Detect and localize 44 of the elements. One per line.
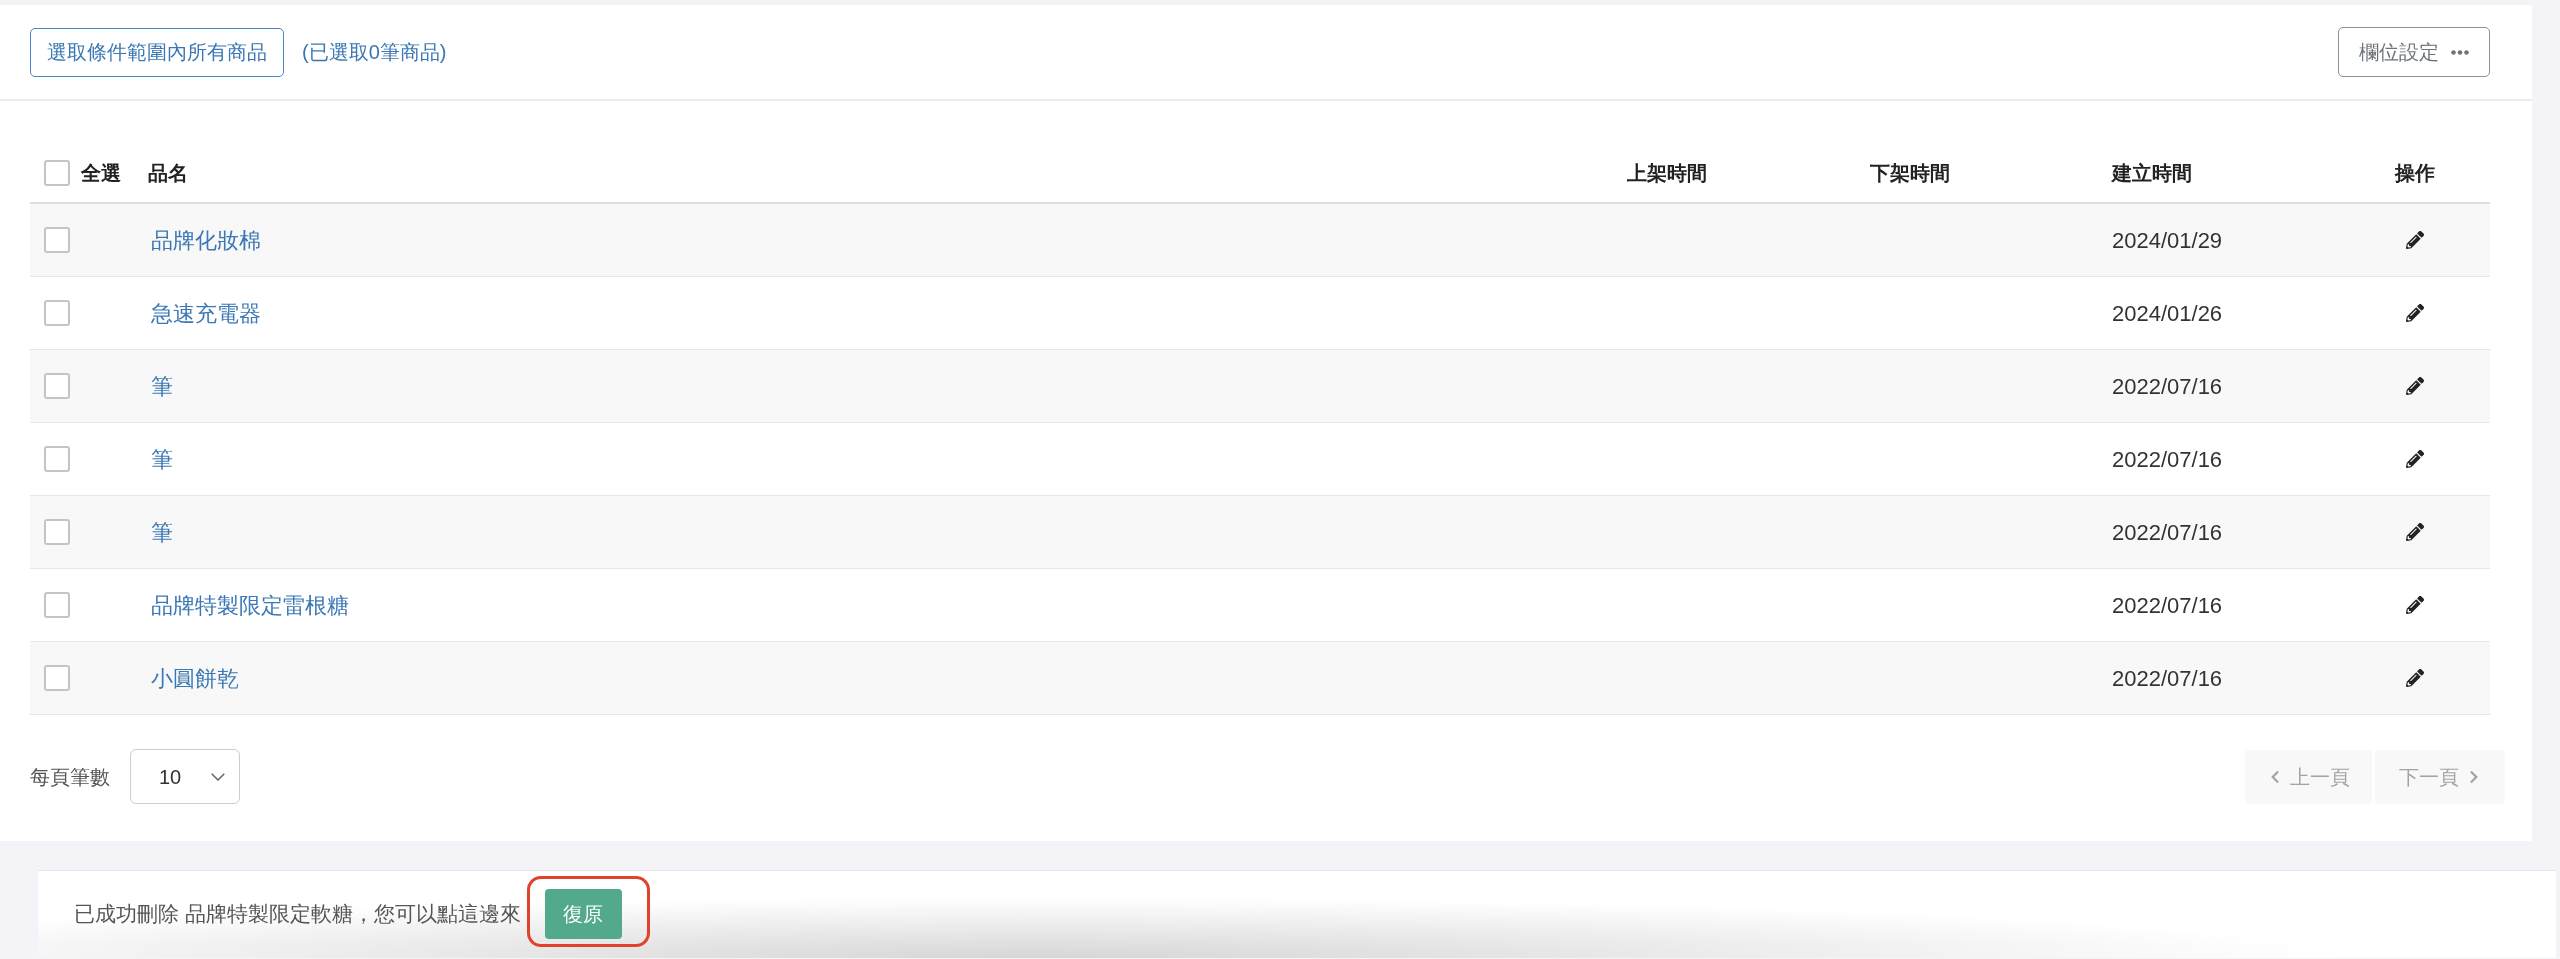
column-header: 下架時間 [1870,161,1950,186]
created-date-cell-text: 2024/01/26 [2112,299,2223,328]
product-name-link[interactable]: 品牌特製限定雷根糖 [151,588,349,622]
chevron-down-icon [211,772,225,781]
select-all-label: 全選 [81,161,121,186]
column-header: 建立時間 [2112,161,2192,186]
created-date-cell-text: 2022/07/16 [2112,664,2223,693]
checkbox[interactable] [44,300,70,326]
more-dots-icon [2451,49,2469,55]
checkbox[interactable] [44,160,70,186]
column-header: 上架時間 [1627,161,1707,186]
select-all-in-range-button[interactable]: 選取條件範圍內所有商品 [30,27,284,77]
pencil-icon[interactable] [2406,596,2424,614]
column-header: 品名 [148,161,188,186]
pencil-icon[interactable] [2406,450,2424,468]
pencil-icon[interactable] [2406,304,2424,322]
created-date-cell-text: 2022/07/16 [2112,518,2223,547]
created-date-cell-text: 2022/07/16 [2112,445,2223,474]
created-date-cell-text: 2022/07/16 [2112,591,2223,620]
checkbox[interactable] [44,373,70,399]
restore-button[interactable]: 復原 [544,889,622,939]
product-name-link[interactable]: 小圓餅乾 [151,661,239,695]
created-date-cell-text: 2022/07/16 [2112,372,2223,401]
pencil-icon[interactable] [2406,377,2424,395]
product-name-link[interactable]: 筆 [151,515,173,549]
selected-count: (已選取0筆商品) [302,40,447,65]
toast-message: 已成功刪除 品牌特製限定軟糖，您可以點這邊來 [74,901,521,927]
checkbox[interactable] [44,446,70,472]
product-name-link[interactable]: 筆 [151,369,173,403]
product-name-link[interactable]: 筆 [151,442,173,476]
product-name-link[interactable]: 急速充電器 [151,296,261,330]
checkbox[interactable] [44,665,70,691]
column-header: 操作 [2395,161,2435,186]
pencil-icon[interactable] [2406,669,2424,687]
pencil-icon[interactable] [2406,231,2424,249]
product-name-link[interactable]: 品牌化妝棉 [151,223,261,257]
column-settings-button[interactable]: 欄位設定 [2338,27,2490,77]
pencil-icon[interactable] [2406,523,2424,541]
created-date-cell-text: 2024/01/29 [2112,226,2223,255]
page-size-label: 每頁筆數 [30,764,110,790]
checkbox[interactable] [44,519,70,545]
page-size-select[interactable]: 10 [130,749,240,804]
checkbox[interactable] [44,227,70,253]
checkbox[interactable] [44,592,70,618]
